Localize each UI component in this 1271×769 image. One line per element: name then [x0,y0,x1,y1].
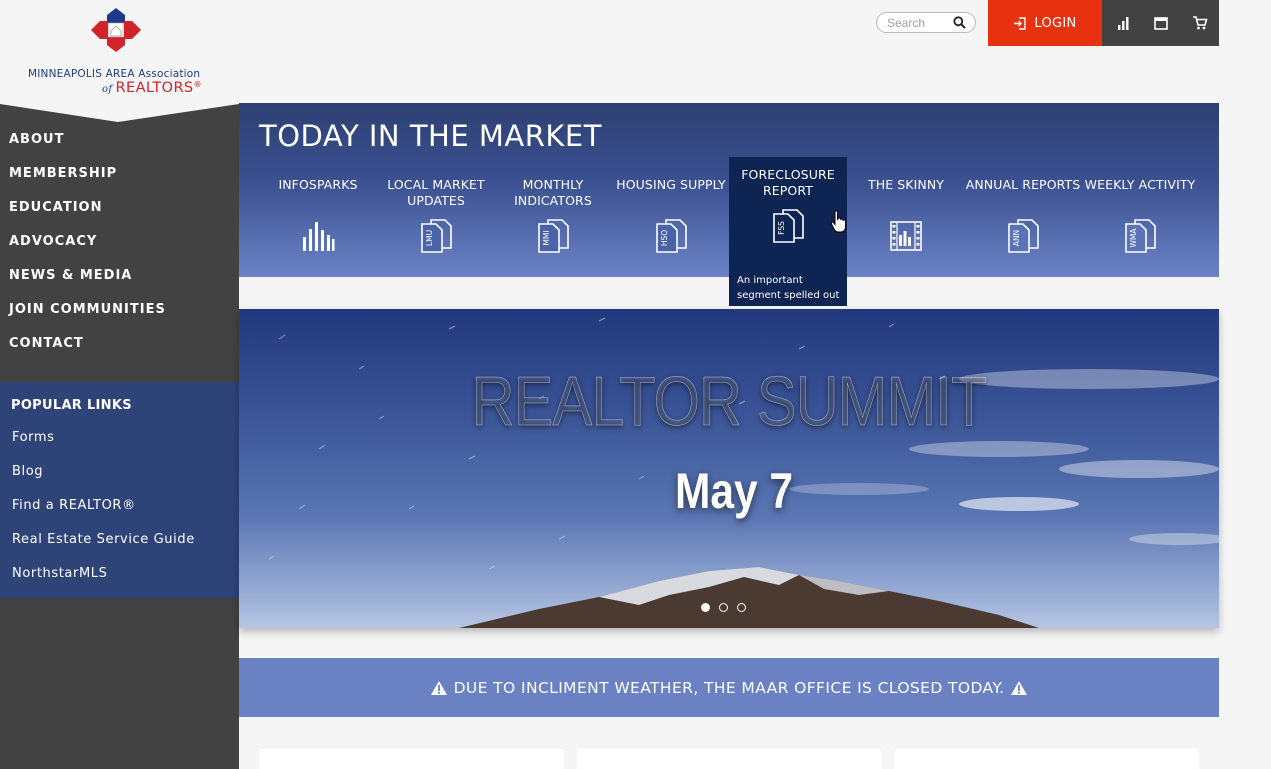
popular-link-forms[interactable]: Forms [12,430,195,464]
hero-slider[interactable]: REALTOR SUMMIT May 7 [239,309,1219,628]
icon-code: LMU [425,230,434,246]
icon-code: ANN [1012,230,1021,246]
bar-chart-icon [303,222,335,251]
market-item-local-market-updates[interactable]: LOCAL MARKET UPDATES LMU [377,177,495,253]
icon-code: MMI [542,230,551,245]
bar-chart-icon[interactable] [1115,15,1131,31]
nav-education[interactable]: EDUCATION [0,198,239,232]
market-item-label: WEEKLY ACTIVITY [1084,177,1196,192]
search-box [876,12,976,33]
popular-link-northstarmls[interactable]: NorthstarMLS [12,566,195,600]
film-icon [890,221,922,251]
document-icon: LMU [421,219,452,253]
alert-text: DUE TO INCLIMENT WEATHER, THE MAAR OFFIC… [453,678,1005,697]
hand-cursor-icon [830,210,846,233]
calendar-icon[interactable] [1153,15,1169,31]
weather-alert-banner: DUE TO INCLIMENT WEATHER, THE MAAR OFFIC… [239,658,1219,717]
content-card [577,749,882,769]
search-input[interactable] [887,14,947,31]
nav-join-communities[interactable]: JOIN COMMUNITIES [0,300,239,334]
brand-line-1: MINNEAPOLIS AREA Association [28,68,201,80]
nav-advocacy[interactable]: ADVOCACY [0,232,239,266]
slider-dots [701,599,755,617]
slider-dot-3[interactable] [737,603,746,612]
market-item-label: MONTHLY INDICATORS [514,177,592,208]
market-item-label: THE SKINNY [867,177,945,192]
sidebar: ABOUT MEMBERSHIP EDUCATION ADVOCACY NEWS… [0,104,239,769]
hero-date: May 7 [674,463,794,519]
document-icon: MMI [538,219,569,253]
nav-about[interactable]: ABOUT [0,130,239,164]
icon-code: FSS [777,221,786,235]
icon-code: HSO [660,230,669,246]
brand-line-2: of REALTORS® [102,80,202,96]
main-nav: ABOUT MEMBERSHIP EDUCATION ADVOCACY NEWS… [0,130,239,368]
slider-dot-1[interactable] [701,603,710,612]
document-icon: FSS [773,209,804,243]
nav-membership[interactable]: MEMBERSHIP [0,164,239,198]
sidebar-notch [0,103,239,122]
popular-link-service-guide[interactable]: Real Estate Service Guide [12,532,195,566]
market-item-infosparks[interactable]: INFOSPARKS [259,177,377,253]
popular-links-list: Forms Blog Find a REALTOR® Real Estate S… [12,430,195,600]
login-icon [1014,16,1027,30]
popular-links: POPULAR LINKS Forms Blog Find a REALTOR®… [0,382,239,598]
popular-links-title: POPULAR LINKS [11,398,132,413]
market-item-label: LOCAL MARKET UPDATES [387,177,485,208]
warning-icon [430,680,447,695]
document-icon: WMA [1125,219,1156,253]
nav-contact[interactable]: CONTACT [0,334,239,368]
content-card [894,749,1199,769]
market-item-the-skinny[interactable]: THE SKINNY [847,177,965,253]
tooltip-text: An important segment spelled out [737,275,840,301]
maar-logo-icon [91,8,141,52]
content-card [259,749,564,769]
login-label: LOGIN [1034,15,1077,31]
popular-link-blog[interactable]: Blog [12,464,195,498]
utility-icon-bar [1102,0,1219,46]
search-icon[interactable] [953,16,966,29]
market-item-label: HOUSING SUPPLY [616,177,726,192]
document-icon: ANN [1008,219,1039,253]
logo[interactable]: MINNEAPOLIS AREA Association of REALTORS® [0,0,239,104]
cart-icon[interactable] [1192,15,1208,31]
market-item-label: FORECLOSURE REPORT [741,167,835,198]
market-title: TODAY IN THE MARKET [259,119,602,153]
market-item-housing-supply[interactable]: HOUSING SUPPLY HSO [612,177,730,253]
market-item-label: INFOSPARKS [278,177,358,192]
market-item-monthly-indicators[interactable]: MONTHLY INDICATORS MMI [494,177,612,253]
warning-icon [1011,680,1028,695]
popular-link-find-realtor[interactable]: Find a REALTOR® [12,498,195,532]
login-button[interactable]: LOGIN [988,0,1102,46]
nav-news-media[interactable]: NEWS & MEDIA [0,266,239,300]
slider-dot-2[interactable] [719,603,728,612]
icon-code: WMA [1129,228,1138,248]
market-item-weekly-activity[interactable]: WEEKLY ACTIVITY WMA [1081,177,1199,253]
market-item-annual-reports[interactable]: ANNUAL REPORTS ANN [964,177,1082,253]
document-icon: HSO [656,219,687,253]
market-item-label: ANNUAL REPORTS [965,177,1081,192]
hero-title: REALTOR SUMMIT [471,362,987,441]
